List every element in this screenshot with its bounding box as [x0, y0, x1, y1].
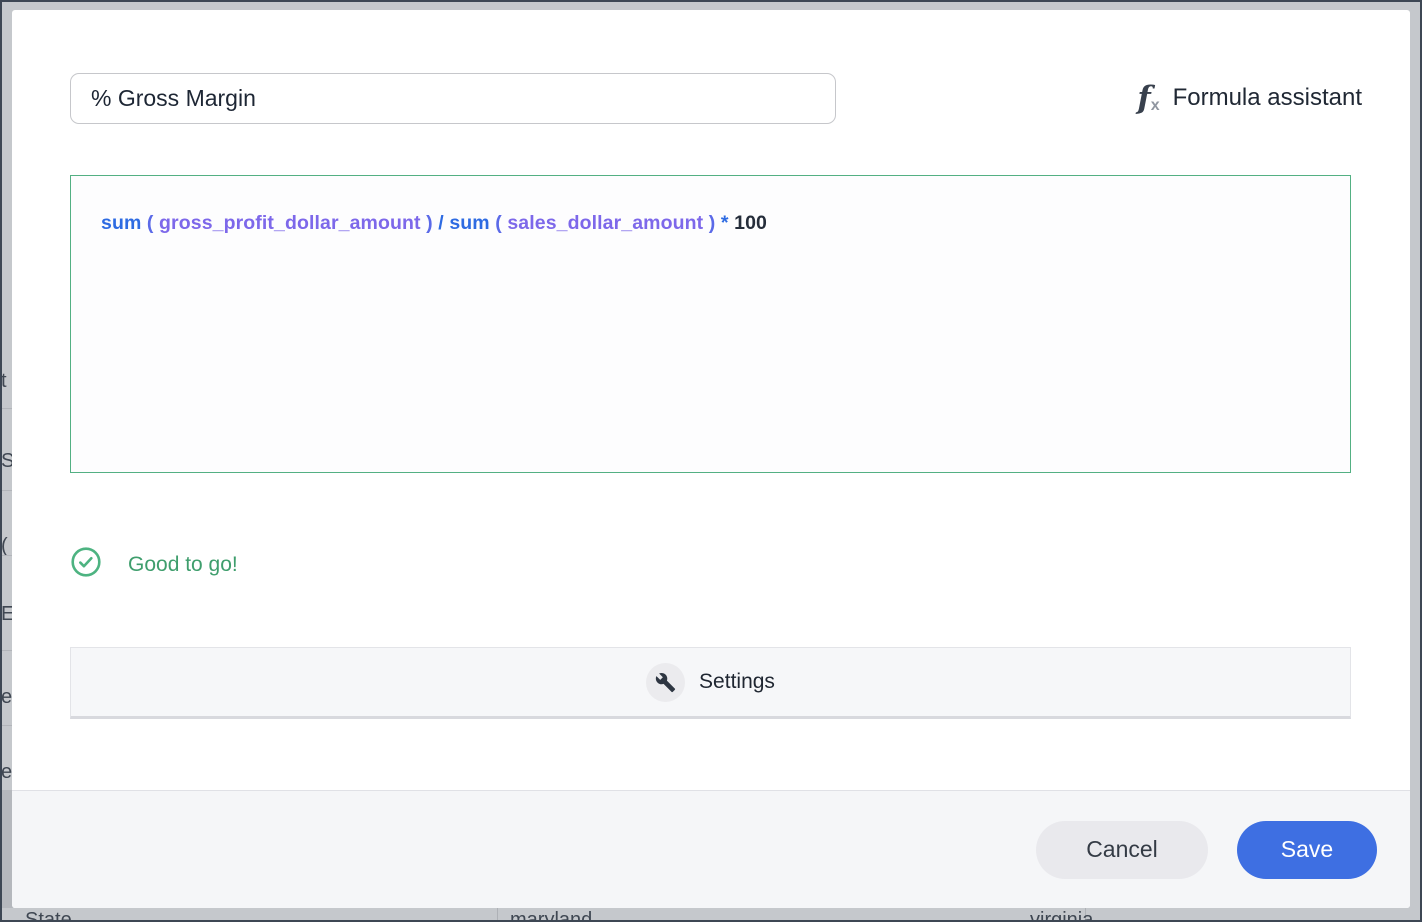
- wrench-icon: [646, 663, 685, 702]
- formula-token-column: sales_dollar_amount: [507, 212, 703, 234]
- background-text-fragment: e: [1, 686, 12, 709]
- formula-token-function: sum: [449, 212, 489, 234]
- check-circle-icon: [70, 546, 102, 583]
- settings-button-label: Settings: [699, 670, 775, 694]
- fx-icon-x: x: [1151, 98, 1160, 114]
- modal-footer: Cancel Save: [12, 790, 1410, 908]
- formula-token-column: gross_profit_dollar_amount: [159, 212, 421, 234]
- background-text-fragment: maryland: [510, 909, 592, 922]
- formula-token-function: sum: [101, 212, 141, 234]
- formula-token-paren: (: [141, 212, 159, 234]
- save-button[interactable]: Save: [1237, 821, 1377, 879]
- validation-status: Good to go!: [70, 546, 238, 583]
- screen: tSt(Eeee Statemarylandvirginia fx Formul…: [0, 0, 1422, 922]
- formula-token-paren: (: [490, 212, 508, 234]
- formula-editor[interactable]: sum ( gross_profit_dollar_amount ) / sum…: [70, 175, 1351, 473]
- settings-button[interactable]: Settings: [70, 647, 1351, 719]
- formula-token-paren: ): [703, 212, 721, 234]
- background-text-fragment: e: [1, 761, 12, 784]
- fx-icon: fx: [1137, 83, 1159, 114]
- background-column-divider: [497, 908, 498, 922]
- background-text-fragment: State: [25, 909, 72, 922]
- formula-expression: sum ( gross_profit_dollar_amount ) / sum…: [101, 212, 1320, 235]
- formula-token-paren: ): [421, 212, 439, 234]
- cancel-button[interactable]: Cancel: [1036, 821, 1208, 879]
- validation-status-label: Good to go!: [128, 553, 238, 577]
- fx-icon-f: f: [1137, 83, 1150, 114]
- formula-assistant-label: Formula assistant: [1173, 84, 1362, 112]
- background-text-fragment: t: [1, 370, 7, 393]
- formula-assistant-button[interactable]: fx Formula assistant: [1137, 72, 1362, 124]
- formula-editor-modal: fx Formula assistant sum ( gross_profit_…: [12, 10, 1410, 908]
- formula-token-number: 100: [734, 212, 767, 234]
- formula-token-operator: *: [721, 212, 729, 234]
- formula-name-input[interactable]: [70, 73, 836, 124]
- background-text-fragment: virginia: [1030, 909, 1093, 922]
